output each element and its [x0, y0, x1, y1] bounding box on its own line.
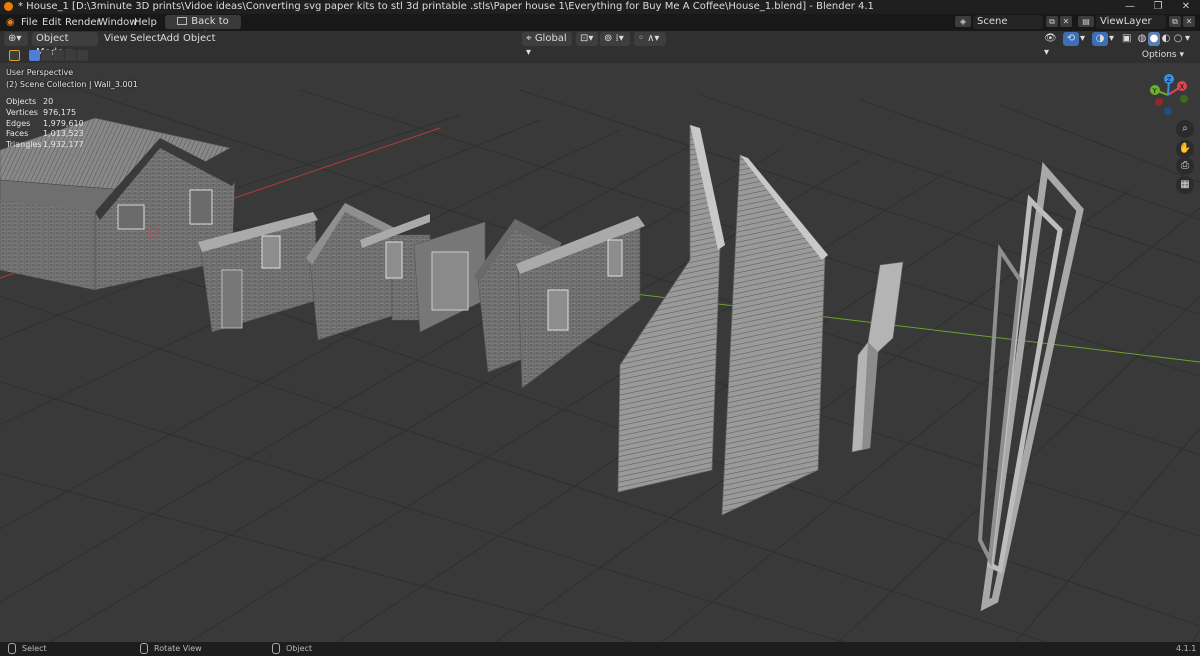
- gizmo-y-label: Y: [1152, 87, 1158, 95]
- window-frames: [977, 161, 1084, 612]
- mouse-middle-icon: [140, 643, 148, 654]
- select-mode-invert-icon[interactable]: [65, 50, 76, 61]
- tool-settings-row: [0, 47, 1200, 64]
- active-collection-label: (2) Scene Collection | Wall_3.001: [6, 80, 138, 89]
- editor-type-icon[interactable]: ⊕▾: [4, 32, 28, 46]
- stat-value: 976,175: [43, 108, 77, 117]
- options-dropdown[interactable]: Options ▾: [1137, 49, 1188, 61]
- mouse-right-icon: [272, 643, 280, 654]
- stat-row: Triangles 1,932,177: [6, 140, 84, 149]
- select-tool-icon[interactable]: [9, 50, 20, 61]
- stat-row: Faces 1,013,523: [6, 129, 84, 138]
- version-label: 4.1.1: [1176, 644, 1197, 653]
- transform-orientation-dropdown[interactable]: ⌖ Global ▾: [522, 32, 572, 58]
- status-rotate-label: Rotate View: [154, 644, 202, 653]
- view-perspective-label: User Perspective: [6, 68, 74, 77]
- viewport-scene: [0, 89, 1200, 642]
- delete-scene-icon[interactable]: ✕: [1060, 16, 1072, 27]
- mouse-left-icon: [8, 643, 16, 654]
- back-to-previous-button[interactable]: Back to Previous: [165, 15, 241, 41]
- status-select: Select: [8, 642, 47, 656]
- stat-label: Objects: [6, 97, 37, 106]
- material-shading-icon[interactable]: ◐: [1160, 32, 1172, 46]
- overlays-dropdown-icon[interactable]: ▾: [1109, 32, 1119, 46]
- menu-add[interactable]: Add: [160, 32, 179, 46]
- rendered-shading-icon[interactable]: ○: [1172, 32, 1184, 46]
- minimize-button[interactable]: —: [1116, 0, 1144, 14]
- stat-value: 1,932,177: [43, 140, 84, 149]
- status-bar: Select Rotate View Object 4.1.1: [0, 642, 1200, 656]
- stat-label: Triangles: [6, 140, 42, 149]
- gizmo-z-label: Z: [1167, 76, 1172, 84]
- ortho-grid-icon[interactable]: ▦: [1176, 176, 1194, 194]
- transform-orientation-label: Global: [534, 33, 567, 44]
- camera-view-icon[interactable]: ⎙: [1176, 157, 1194, 175]
- close-button[interactable]: ✕: [1172, 0, 1200, 14]
- gizmo-dropdown-icon[interactable]: ▾: [1080, 32, 1090, 46]
- zoom-icon[interactable]: ⌕: [1176, 120, 1194, 138]
- viewport-header: ⊕▾ Object Mode ▾ View Select Add Object …: [0, 31, 1200, 58]
- pivot-point-icon[interactable]: ⊡▾: [576, 32, 598, 46]
- shading-dropdown-icon[interactable]: ▾: [1185, 32, 1195, 46]
- select-mode-extend-icon[interactable]: [41, 50, 52, 61]
- wireframe-shading-icon[interactable]: ◍: [1136, 32, 1148, 46]
- menu-select[interactable]: Select: [130, 32, 161, 46]
- snap-toggle-icon[interactable]: ⊚ ⁞▾: [600, 32, 630, 46]
- select-mode-new-icon[interactable]: [29, 50, 40, 61]
- maximize-button[interactable]: ❐: [1144, 0, 1172, 14]
- status-select-label: Select: [22, 644, 47, 653]
- proportional-editing-icon[interactable]: ◦ ∧▾: [634, 32, 666, 46]
- gizmo-toggle-icon[interactable]: ⟲: [1063, 32, 1079, 46]
- options-label: Options: [1141, 50, 1177, 60]
- scene-name-field[interactable]: Scene: [973, 15, 1043, 29]
- select-mode-subtract-icon[interactable]: [53, 50, 64, 61]
- wall-pieces: [198, 203, 645, 389]
- title-bar: * House_1 [D:\3minute 3D prints\Vidoe id…: [0, 0, 1200, 14]
- stat-value: 20: [43, 97, 54, 106]
- new-viewlayer-icon[interactable]: ⧉: [1169, 16, 1181, 27]
- status-rotate: Rotate View: [140, 642, 202, 656]
- navigation-gizmo[interactable]: X Y Z: [1142, 71, 1198, 127]
- new-scene-icon[interactable]: ⧉: [1046, 16, 1058, 27]
- pan-hand-icon[interactable]: ✋: [1176, 140, 1194, 158]
- visibility-icon[interactable]: 👁▾: [1040, 32, 1060, 58]
- stat-row: Vertices 976,175: [6, 108, 76, 117]
- stat-value: 1,013,523: [43, 129, 84, 138]
- menu-view[interactable]: View: [104, 32, 128, 46]
- stat-row: Objects 20: [6, 97, 53, 106]
- stat-label: Edges: [6, 119, 31, 128]
- stat-label: Vertices: [6, 108, 38, 117]
- top-menu-bar: ◉ File Edit Render Window Help Back to P…: [0, 14, 1200, 41]
- select-mode-intersect-icon[interactable]: [77, 50, 88, 61]
- stat-row: Edges 1,979,610: [6, 119, 84, 128]
- solid-shading-icon[interactable]: ●: [1148, 32, 1160, 46]
- gizmo-x-label: X: [1180, 83, 1185, 91]
- status-object-label: Object: [286, 644, 313, 653]
- viewlayer-selector-icon[interactable]: ▤: [1078, 16, 1094, 27]
- xray-toggle-icon[interactable]: ▣: [1122, 32, 1134, 46]
- menu-object[interactable]: Object: [183, 32, 216, 46]
- screen-icon: [177, 17, 188, 25]
- stat-value: 1,979,610: [43, 119, 84, 128]
- viewlayer-name-field[interactable]: ViewLayer: [1096, 15, 1166, 29]
- status-object: Object: [272, 642, 312, 656]
- 3d-viewport[interactable]: User Perspective (2) Scene Collection | …: [0, 63, 1200, 642]
- object-mode-dropdown[interactable]: Object Mode ▾: [32, 32, 98, 58]
- stat-label: Faces: [6, 129, 29, 138]
- window-title: * House_1 [D:\3minute 3D prints\Vidoe id…: [18, 1, 874, 12]
- menu-help[interactable]: Help: [130, 14, 161, 31]
- blender-logo-icon: [4, 2, 13, 11]
- scene-selector-icon[interactable]: ◈: [955, 16, 971, 27]
- overlays-toggle-icon[interactable]: ◑: [1092, 32, 1108, 46]
- delete-viewlayer-icon[interactable]: ✕: [1183, 16, 1195, 27]
